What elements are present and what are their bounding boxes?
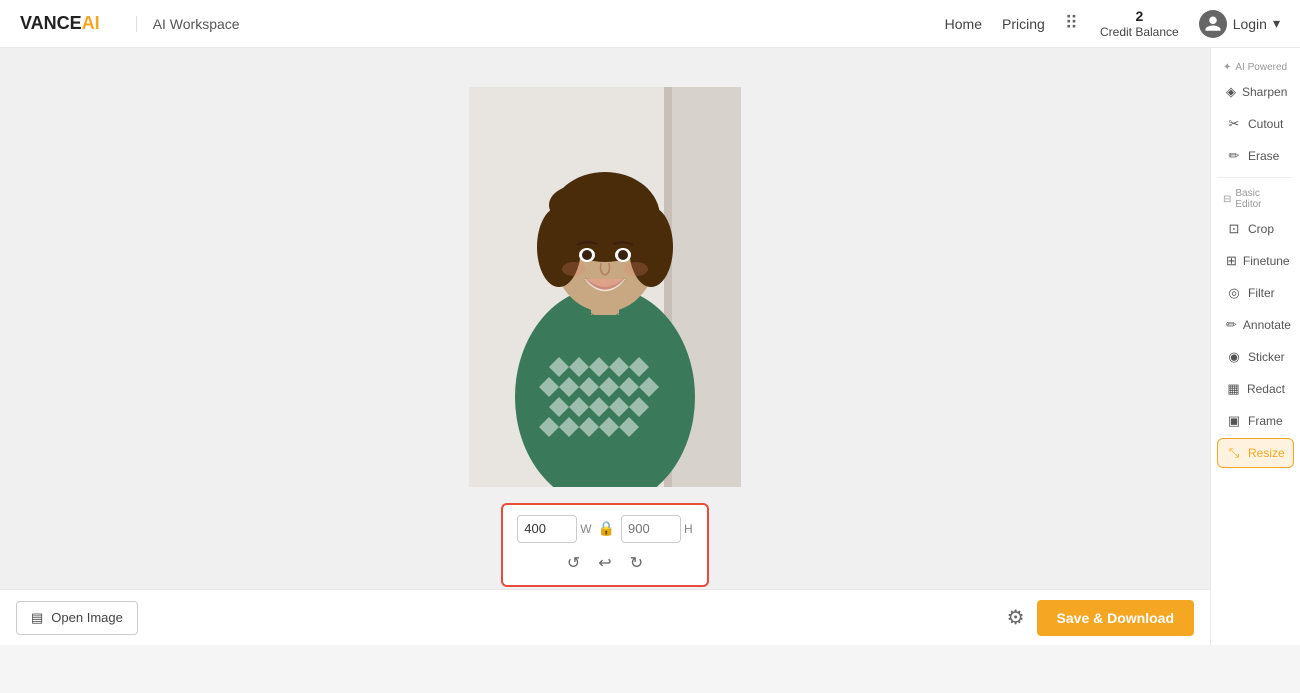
sidebar-item-filter[interactable]: ◎ Filter: [1217, 278, 1294, 308]
width-label: W: [580, 522, 591, 536]
erase-label: Erase: [1248, 149, 1279, 163]
sidebar-item-sticker[interactable]: ◉ Sticker: [1217, 342, 1294, 372]
nav-pricing[interactable]: Pricing: [1002, 16, 1045, 32]
sidebar-item-resize[interactable]: ⤡ Resize: [1217, 438, 1294, 468]
logo: VANCEAI: [20, 13, 100, 34]
redact-label: Redact: [1247, 382, 1285, 396]
erase-icon: ✏: [1226, 148, 1242, 164]
bottom-right-actions: ⚙ Save & Download: [1007, 600, 1194, 636]
logo-vance: VANCE: [20, 13, 82, 34]
redo-button[interactable]: ↻: [626, 551, 647, 575]
sidebar-item-sharpen[interactable]: ◈ Sharpen: [1217, 77, 1294, 107]
sidebar-divider: [1217, 177, 1294, 178]
height-label: H: [684, 522, 693, 536]
apps-icon[interactable]: ⠿: [1065, 13, 1080, 34]
ai-powered-section-label: ✦ AI Powered: [1217, 58, 1294, 75]
canvas-area: W 🔒 H ↺ ↩ ↻ ▤ Open Image ⚙ Sa: [0, 48, 1210, 645]
open-image-button[interactable]: ▤ Open Image: [16, 601, 138, 635]
lock-icon[interactable]: 🔒: [598, 520, 615, 537]
credit-balance: 2 Credit Balance: [1100, 7, 1179, 41]
width-input[interactable]: [517, 515, 577, 543]
header: VANCEAI AI Workspace Home Pricing ⠿ 2 Cr…: [0, 0, 1300, 48]
finetune-icon: ⊞: [1226, 253, 1237, 269]
workspace-label: AI Workspace: [136, 16, 240, 32]
sticker-icon: ◉: [1226, 349, 1242, 365]
login-area[interactable]: Login ▾: [1199, 10, 1280, 38]
main-layout: W 🔒 H ↺ ↩ ↻ ▤ Open Image ⚙ Sa: [0, 48, 1300, 645]
resize-actions-row: ↺ ↩ ↻: [563, 551, 647, 575]
credit-number: 2: [1135, 7, 1143, 25]
image-container: [469, 87, 741, 487]
login-chevron-icon: ▾: [1273, 15, 1280, 32]
basic-editor-section-label: ⊟ Basic Editor: [1217, 184, 1294, 212]
height-input-group: H: [621, 515, 693, 543]
sidebar-item-cutout[interactable]: ✂ Cutout: [1217, 109, 1294, 139]
filter-label: Filter: [1248, 286, 1275, 300]
right-sidebar: ✦ AI Powered ◈ Sharpen ✂ Cutout ✏ Erase …: [1210, 48, 1300, 645]
cutout-icon: ✂: [1226, 116, 1242, 132]
basic-editor-icon: ⊟: [1223, 194, 1231, 205]
redact-icon: ▦: [1226, 381, 1241, 397]
resize-label: Resize: [1248, 446, 1285, 460]
resize-inputs-row: W 🔒 H: [517, 515, 692, 543]
image-icon: ▤: [31, 610, 43, 626]
undo-button[interactable]: ↩: [594, 551, 615, 575]
sidebar-item-erase[interactable]: ✏ Erase: [1217, 141, 1294, 171]
filter-icon: ◎: [1226, 285, 1242, 301]
sidebar-item-frame[interactable]: ▣ Frame: [1217, 406, 1294, 436]
logo-ai: AI: [82, 13, 100, 34]
annotate-label: Annotate: [1243, 318, 1291, 332]
frame-label: Frame: [1248, 414, 1283, 428]
cutout-label: Cutout: [1248, 117, 1283, 131]
credit-label: Credit Balance: [1100, 25, 1179, 41]
sharpen-icon: ◈: [1226, 84, 1236, 100]
sidebar-item-crop[interactable]: ⊡ Crop: [1217, 214, 1294, 244]
save-download-button[interactable]: Save & Download: [1037, 600, 1194, 636]
sharpen-label: Sharpen: [1242, 85, 1287, 99]
finetune-label: Finetune: [1243, 254, 1290, 268]
bottom-bar: ▤ Open Image ⚙ Save & Download: [0, 589, 1210, 645]
width-input-group: W: [517, 515, 591, 543]
sticker-label: Sticker: [1248, 350, 1285, 364]
crop-icon: ⊡: [1226, 221, 1242, 237]
sidebar-item-redact[interactable]: ▦ Redact: [1217, 374, 1294, 404]
login-label: Login: [1233, 16, 1267, 32]
sidebar-item-finetune[interactable]: ⊞ Finetune: [1217, 246, 1294, 276]
crop-label: Crop: [1248, 222, 1274, 236]
nav-home[interactable]: Home: [945, 16, 982, 32]
sidebar-item-annotate[interactable]: ✏ Annotate: [1217, 310, 1294, 340]
reset-button[interactable]: ↺: [563, 551, 584, 575]
preview-image: [469, 87, 741, 487]
user-avatar-icon: [1199, 10, 1227, 38]
annotate-icon: ✏: [1226, 317, 1237, 333]
open-image-label: Open Image: [51, 610, 123, 625]
height-input[interactable]: [621, 515, 681, 543]
settings-icon[interactable]: ⚙: [1007, 605, 1025, 630]
ai-powered-icon: ✦: [1223, 62, 1231, 73]
frame-icon: ▣: [1226, 413, 1242, 429]
resize-icon: ⤡: [1226, 445, 1242, 461]
resize-controls-panel: W 🔒 H ↺ ↩ ↻: [501, 503, 708, 587]
